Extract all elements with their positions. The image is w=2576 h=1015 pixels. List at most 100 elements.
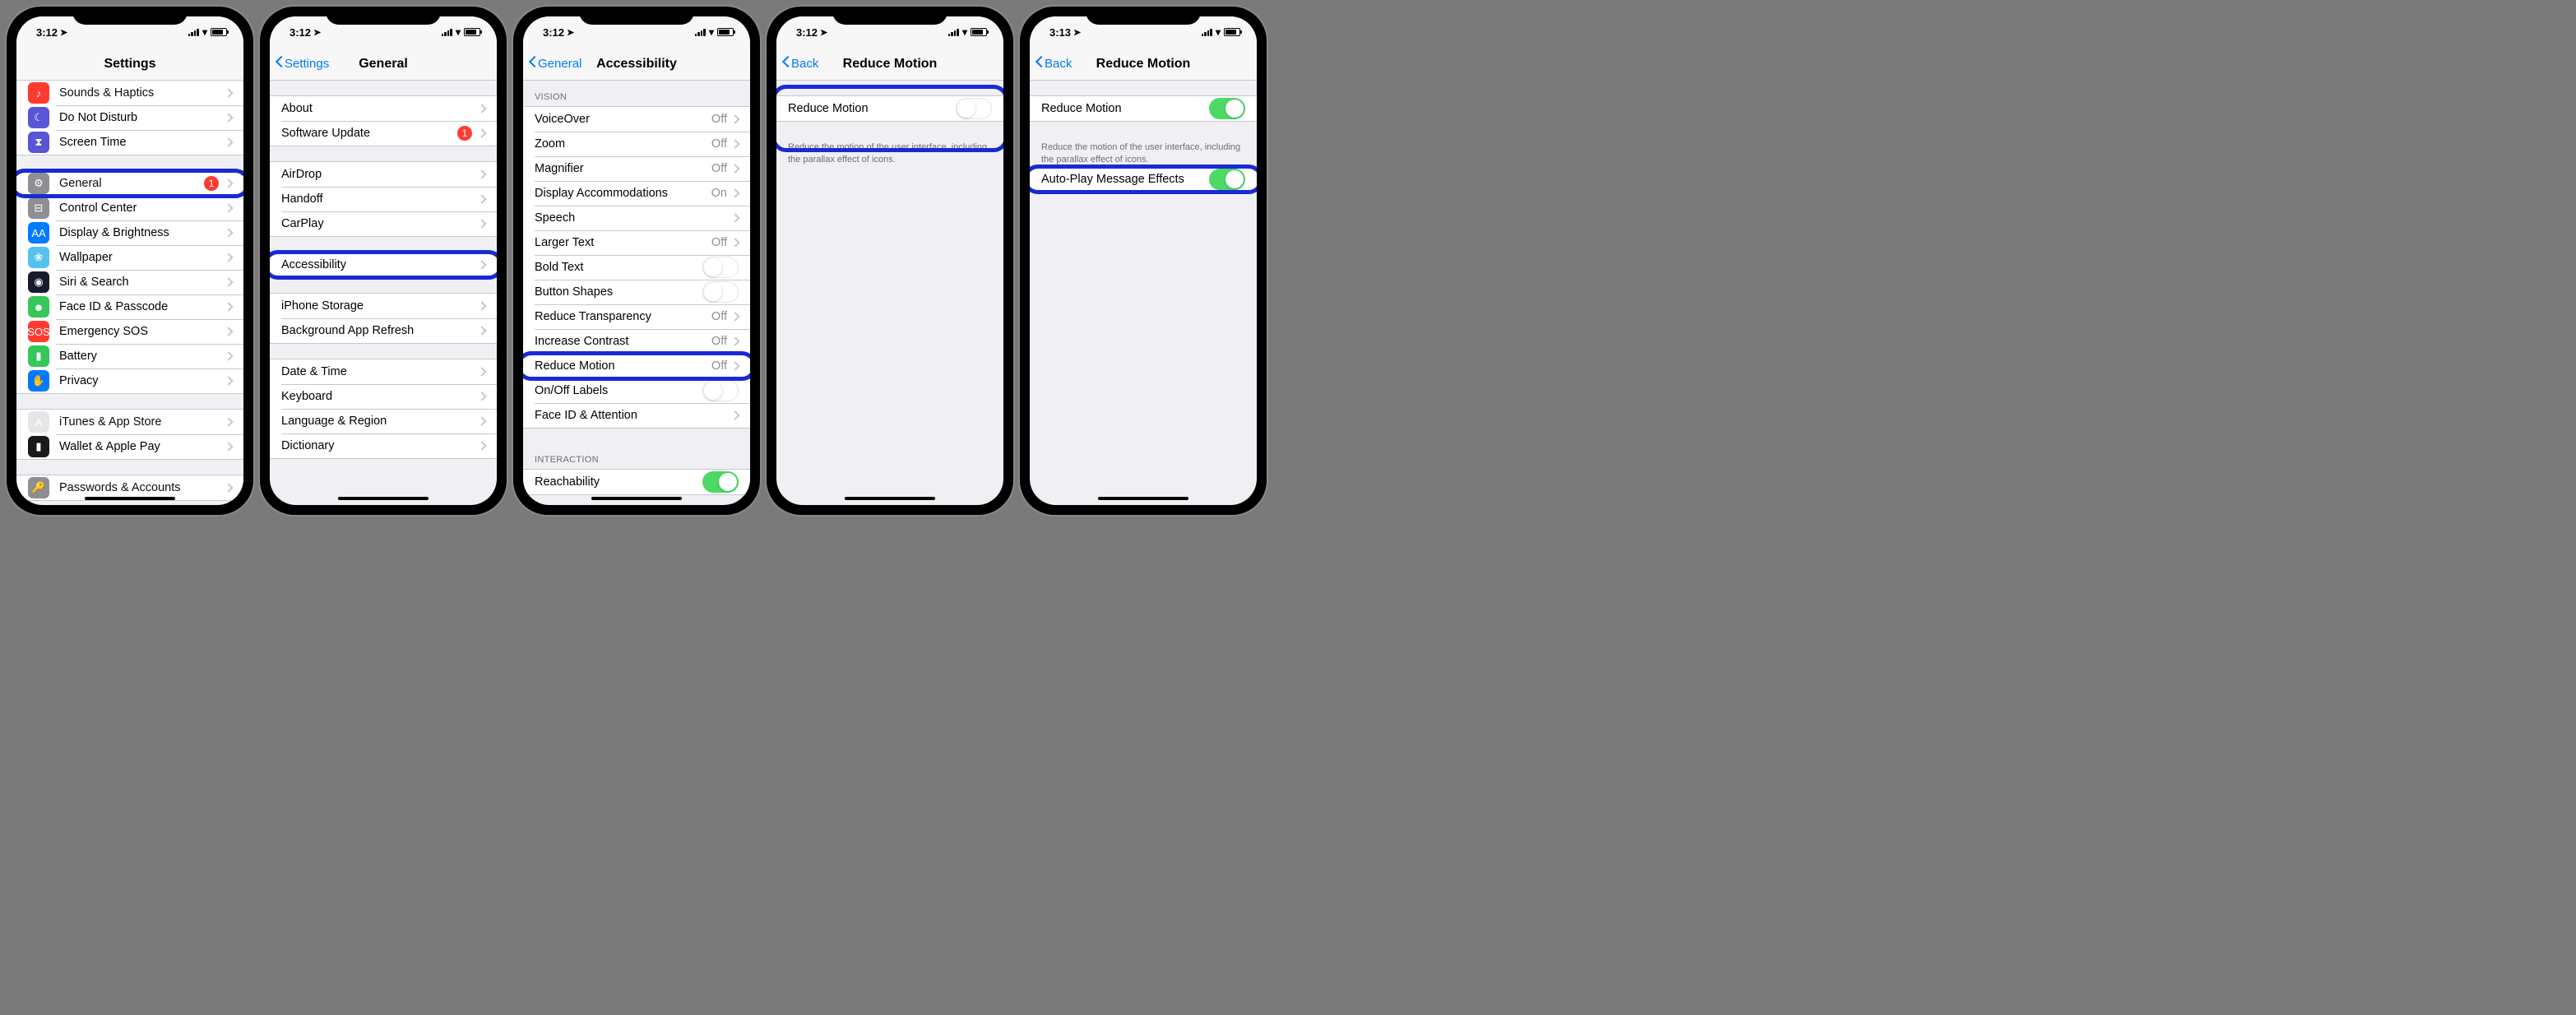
toggle-switch[interactable] xyxy=(1209,98,1245,119)
settings-row-siri-search[interactable]: ◉Siri & Search xyxy=(16,270,243,294)
row-label: Face ID & Attention xyxy=(535,409,732,422)
settings-row-software-update[interactable]: Software Update1 xyxy=(270,121,497,146)
chevron-right-icon xyxy=(730,188,739,197)
row-label: iTunes & App Store xyxy=(59,415,225,429)
row-label: Reduce Motion xyxy=(1041,102,1209,115)
settings-row-zoom[interactable]: ZoomOff xyxy=(523,132,750,156)
settings-row-do-not-disturb[interactable]: ☾Do Not Disturb xyxy=(16,105,243,130)
home-indicator[interactable] xyxy=(845,497,935,500)
toggle-switch[interactable] xyxy=(702,281,739,303)
row-label: Larger Text xyxy=(535,236,711,249)
settings-row-magnifier[interactable]: MagnifierOff xyxy=(523,156,750,181)
settings-row-reduce-transparency[interactable]: Reduce TransparencyOff xyxy=(523,304,750,329)
chevron-left-icon xyxy=(781,58,790,71)
settings-row-face-id-attention[interactable]: Face ID & Attention xyxy=(523,403,750,428)
settings-row-display-accommodations[interactable]: Display AccommodationsOn xyxy=(523,181,750,206)
settings-row-carplay[interactable]: CarPlay xyxy=(270,211,497,236)
toggle-switch[interactable] xyxy=(702,257,739,278)
chevron-right-icon xyxy=(224,203,233,212)
chevron-right-icon xyxy=(477,326,486,335)
home-indicator[interactable] xyxy=(1098,497,1188,500)
back-button[interactable]: Back xyxy=(781,57,818,71)
toggle-switch[interactable] xyxy=(956,98,992,119)
settings-row-wallpaper[interactable]: ❀Wallpaper xyxy=(16,245,243,270)
chevron-right-icon xyxy=(730,361,739,370)
settings-row-dictionary[interactable]: Dictionary xyxy=(270,433,497,458)
chevron-right-icon xyxy=(224,483,233,492)
home-indicator[interactable] xyxy=(591,497,682,500)
settings-row-reduce-motion[interactable]: Reduce Motion xyxy=(776,96,1003,121)
settings-row-language-region[interactable]: Language & Region xyxy=(270,409,497,433)
settings-row-button-shapes[interactable]: Button Shapes xyxy=(523,280,750,304)
row-icon: ☻ xyxy=(28,296,49,317)
settings-row-control-center[interactable]: ⊟Control Center xyxy=(16,196,243,220)
settings-row-reduce-motion[interactable]: Reduce MotionOff xyxy=(523,354,750,378)
back-button[interactable]: Settings xyxy=(275,57,329,71)
settings-row-bold-text[interactable]: Bold Text xyxy=(523,255,750,280)
settings-row-handoff[interactable]: Handoff xyxy=(270,187,497,211)
settings-row-voiceover[interactable]: VoiceOverOff xyxy=(523,107,750,132)
settings-row-face-id-passcode[interactable]: ☻ Face ID & Passcode xyxy=(16,294,243,319)
back-button[interactable]: General xyxy=(528,57,581,71)
home-indicator[interactable] xyxy=(338,497,429,500)
toggle-switch[interactable] xyxy=(702,380,739,401)
settings-row-increase-contrast[interactable]: Increase ContrastOff xyxy=(523,329,750,354)
chevron-right-icon xyxy=(224,113,233,122)
settings-row-sounds-haptics[interactable]: ♪Sounds & Haptics xyxy=(16,81,243,105)
settings-row-keyboard[interactable]: Keyboard xyxy=(270,384,497,409)
row-label: Keyboard xyxy=(281,390,479,403)
content: VisionVoiceOverOffZoomOffMagnifierOffDis… xyxy=(523,81,750,505)
page-title: Reduce Motion xyxy=(843,57,938,72)
row-value: Off xyxy=(711,359,727,373)
row-label: Privacy xyxy=(59,374,225,387)
toggle-switch[interactable] xyxy=(702,471,739,493)
settings-row-auto-play-message-effects[interactable]: Auto-Play Message Effects xyxy=(1030,167,1257,192)
settings-row-on-off-labels[interactable]: On/Off Labels xyxy=(523,378,750,403)
location-icon: ➤ xyxy=(820,27,827,38)
row-icon: ❀ xyxy=(28,247,49,268)
settings-row-battery[interactable]: ▮Battery xyxy=(16,344,243,368)
row-label: AirDrop xyxy=(281,168,479,181)
toggle-switch[interactable] xyxy=(1209,169,1245,190)
section-header: Vision xyxy=(523,81,750,106)
settings-row-larger-text[interactable]: Larger TextOff xyxy=(523,230,750,255)
settings-row-accessibility[interactable]: Accessibility xyxy=(270,253,497,277)
settings-row-reduce-motion[interactable]: Reduce Motion xyxy=(1030,96,1257,121)
settings-row-about[interactable]: About xyxy=(270,96,497,121)
settings-row-itunes-app-store[interactable]: AiTunes & App Store xyxy=(16,410,243,434)
battery-icon xyxy=(464,28,480,36)
settings-row-background-app-refresh[interactable]: Background App Refresh xyxy=(270,318,497,343)
section-footer: Reduce the motion of the user interface,… xyxy=(1030,137,1257,166)
row-value: Off xyxy=(711,162,727,175)
battery-icon xyxy=(971,28,987,36)
chevron-right-icon xyxy=(477,128,486,137)
notification-badge: 1 xyxy=(457,126,472,141)
settings-row-display-brightness[interactable]: AADisplay & Brightness xyxy=(16,220,243,245)
settings-row-wallet-apple-pay[interactable]: ▮Wallet & Apple Pay xyxy=(16,434,243,459)
wifi-icon: ▾ xyxy=(962,26,967,38)
row-icon: ▮ xyxy=(28,436,49,457)
settings-row-emergency-sos[interactable]: SOSEmergency SOS xyxy=(16,319,243,344)
settings-row-screen-time[interactable]: ⧗Screen Time xyxy=(16,130,243,155)
row-label: VoiceOver xyxy=(535,113,711,126)
settings-row-privacy[interactable]: ✋Privacy xyxy=(16,368,243,393)
chevron-right-icon xyxy=(224,228,233,237)
settings-row-reachability[interactable]: Reachability xyxy=(523,470,750,494)
row-icon: ⊟ xyxy=(28,197,49,219)
settings-row-airdrop[interactable]: AirDrop xyxy=(270,162,497,187)
row-label: Do Not Disturb xyxy=(59,111,225,124)
settings-row-general[interactable]: ⚙General1 xyxy=(16,171,243,196)
row-value: Off xyxy=(711,137,727,151)
home-indicator[interactable] xyxy=(85,497,175,500)
row-label: Auto-Play Message Effects xyxy=(1041,173,1209,186)
row-label: Reduce Motion xyxy=(535,359,711,373)
back-button[interactable]: Back xyxy=(1035,57,1072,71)
cellular-icon xyxy=(695,28,706,36)
settings-row-speech[interactable]: Speech xyxy=(523,206,750,230)
row-label: Face ID & Passcode xyxy=(59,300,225,313)
settings-row-date-time[interactable]: Date & Time xyxy=(270,359,497,384)
chevron-right-icon xyxy=(224,351,233,360)
notification-badge: 1 xyxy=(204,176,219,191)
settings-row-iphone-storage[interactable]: iPhone Storage xyxy=(270,294,497,318)
status-time: 3:12 xyxy=(796,26,818,39)
